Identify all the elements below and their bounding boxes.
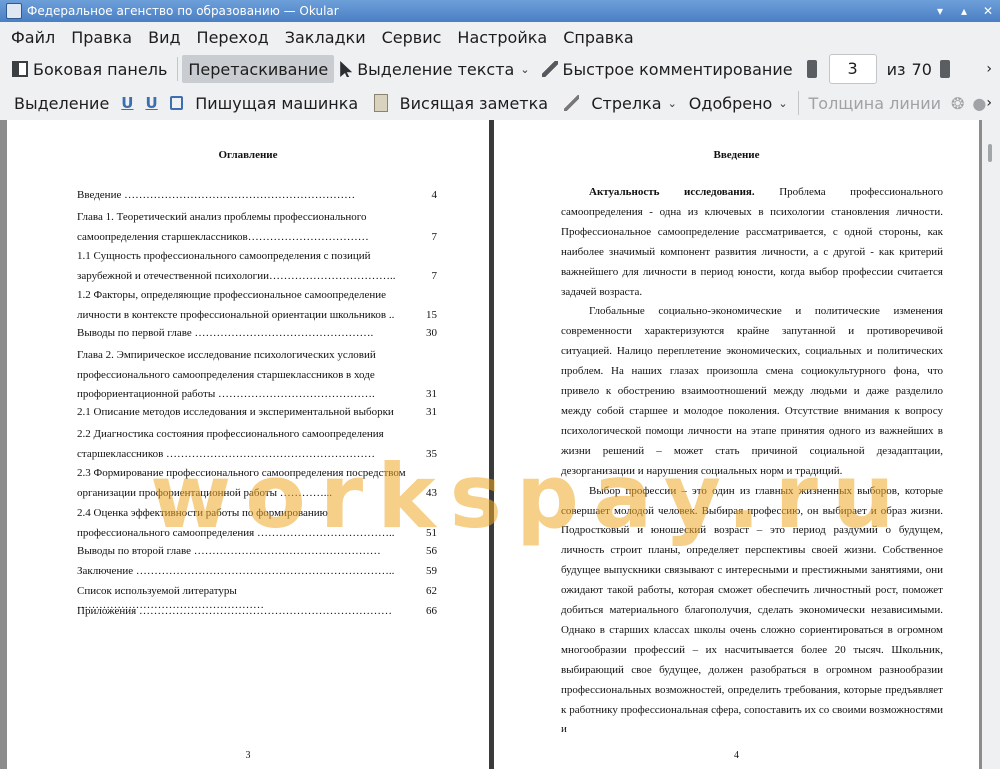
arrow-tool-button[interactable]: Стрелка ⌄ xyxy=(585,89,682,117)
highlight-tool-button[interactable]: Выделение xyxy=(8,89,115,117)
sidebar-button[interactable]: Боковая панель xyxy=(6,55,173,83)
maximize-icon[interactable]: ▴ xyxy=(952,4,976,18)
menu-tools[interactable]: Сервис xyxy=(374,28,450,47)
color-wheel-icon[interactable]: ❂ xyxy=(951,94,964,113)
approved-label: Одобрено xyxy=(688,93,773,113)
pen-icon xyxy=(541,61,558,77)
line-width-button[interactable]: Толщина линии xyxy=(803,89,948,117)
paragraph: Актуальность исследования. Проблема проф… xyxy=(561,186,943,298)
menu-go[interactable]: Переход xyxy=(189,28,277,47)
squiggle-underline-icon[interactable]: U xyxy=(145,94,157,112)
previous-page-icon[interactable] xyxy=(806,60,817,78)
menu-file[interactable]: Файл xyxy=(0,28,63,47)
annotation-toolbar: Выделение U U Пишущая машинка Висящая за… xyxy=(0,86,1000,120)
arrow-label: Стрелка xyxy=(591,93,662,113)
toc-entry[interactable]: Глава 1. Теоретический анализ проблемы п… xyxy=(77,208,437,247)
quick-comment-label: Быстрое комментирование xyxy=(562,59,793,79)
minimize-icon[interactable]: ▾ xyxy=(928,4,952,18)
page-3: Оглавление Введение ……………………………………………………… xyxy=(7,120,489,769)
page-number-input[interactable]: 3 xyxy=(828,54,877,84)
typewriter-label: Пишущая машинка xyxy=(195,93,359,113)
toc-entry[interactable]: 1.1 Сущность профессионального самоопред… xyxy=(77,247,437,286)
chevron-down-icon[interactable]: ⌄ xyxy=(668,97,677,110)
underline-icon[interactable]: U xyxy=(121,94,133,112)
toc-entry[interactable]: Заключение …………………………………………………………….. 59 xyxy=(77,564,437,578)
browse-tool-label: Перетаскивание xyxy=(188,59,329,79)
toc-entry[interactable]: Выводы по второй главе ……………………………………………… xyxy=(77,544,437,558)
menu-view[interactable]: Вид xyxy=(140,28,188,47)
next-page-icon[interactable] xyxy=(939,60,950,78)
browse-tool-button[interactable]: Перетаскивание xyxy=(182,55,335,83)
sidebar-icon xyxy=(12,61,28,77)
sticky-note-tool-button[interactable]: Висящая заметка xyxy=(394,89,554,117)
stamp-icon[interactable] xyxy=(169,96,184,110)
opacity-icon[interactable]: ● xyxy=(972,94,986,113)
page-total-label: 70 xyxy=(911,59,932,79)
sticky-note-label: Висящая заметка xyxy=(399,93,549,113)
toc-entry[interactable]: Введение ……………………………………………………… 4 xyxy=(77,188,437,202)
toc-entry[interactable]: 2.1 Описание методов исследования и эксп… xyxy=(77,405,437,419)
toc-entry[interactable]: 2.4 Оценка эффективности работы по форми… xyxy=(77,504,437,543)
lead-bold: Актуальность исследования. xyxy=(589,186,755,198)
page-number: 4 xyxy=(734,750,739,761)
page-4: Введение Актуальность исследования. Проб… xyxy=(494,120,979,769)
approved-stamp-button[interactable]: Одобрено ⌄ xyxy=(683,89,794,117)
menu-edit[interactable]: Правка xyxy=(63,28,140,47)
toc-entry[interactable]: 2.2 Диагностика состояния профессиональн… xyxy=(77,425,437,464)
brush-icon[interactable] xyxy=(564,95,580,111)
menu-bar: Файл Правка Вид Переход Закладки Сервис … xyxy=(0,22,1000,52)
toc-entry[interactable]: 1.2 Факторы, определяющие профессиональн… xyxy=(77,286,437,325)
sidebar-label: Боковая панель xyxy=(33,59,168,79)
intro-body: Актуальность исследования. Проблема проф… xyxy=(561,183,943,740)
toolbar-separator xyxy=(797,91,799,115)
toolbar-separator xyxy=(177,57,179,81)
menu-bookmarks[interactable]: Закладки xyxy=(277,28,374,47)
toolbar-overflow-icon[interactable]: › xyxy=(986,95,992,111)
intro-heading: Введение xyxy=(713,149,760,161)
vertical-scrollbar[interactable] xyxy=(982,120,1000,769)
close-icon[interactable]: ✕ xyxy=(976,4,1000,18)
note-icon[interactable] xyxy=(374,94,388,112)
chevron-down-icon[interactable]: ⌄ xyxy=(778,97,787,110)
toolbar-overflow-icon[interactable]: › xyxy=(986,61,992,77)
toc-entry[interactable]: Приложения …………………………………………………………… 66 xyxy=(77,604,437,618)
paragraph: Глобальные социально-экономические и пол… xyxy=(561,305,943,477)
line-width-label: Толщина линии xyxy=(808,93,942,113)
text-select-label: Выделение текста xyxy=(357,59,515,79)
typewriter-tool-button[interactable]: Пишущая машинка xyxy=(189,89,364,117)
toc-entry[interactable]: Выводы по первой главе ………………………………………….… xyxy=(77,326,437,340)
title-bar: Федеральное агенство по образованию — Ok… xyxy=(0,0,1000,22)
highlight-label: Выделение xyxy=(14,93,110,113)
toc-heading: Оглавление xyxy=(218,149,278,161)
toc-entry[interactable]: 2.3 Формирование профессионального самоо… xyxy=(77,464,437,503)
document-view[interactable]: Оглавление Введение ……………………………………………………… xyxy=(0,120,1000,769)
scrollbar-thumb[interactable] xyxy=(988,144,992,162)
menu-help[interactable]: Справка xyxy=(555,28,642,47)
quick-comment-button[interactable]: Быстрое комментирование xyxy=(536,55,799,83)
cursor-icon xyxy=(340,61,353,77)
paragraph: Выбор профессии – это один из главных жи… xyxy=(561,484,943,736)
page-number: 3 xyxy=(245,750,251,761)
toc-entry[interactable]: Глава 2. Эмпирическое исследование психо… xyxy=(77,346,437,405)
text-select-tool-button[interactable]: Выделение текста ⌄ xyxy=(334,55,535,83)
page-of-label: из xyxy=(886,59,906,79)
menu-settings[interactable]: Настройка xyxy=(449,28,555,47)
okular-app-icon xyxy=(6,3,22,19)
chevron-down-icon[interactable]: ⌄ xyxy=(520,63,529,76)
window-title: Федеральное агенство по образованию — Ok… xyxy=(27,4,339,18)
main-toolbar: Боковая панель Перетаскивание Выделение … xyxy=(0,52,1000,86)
